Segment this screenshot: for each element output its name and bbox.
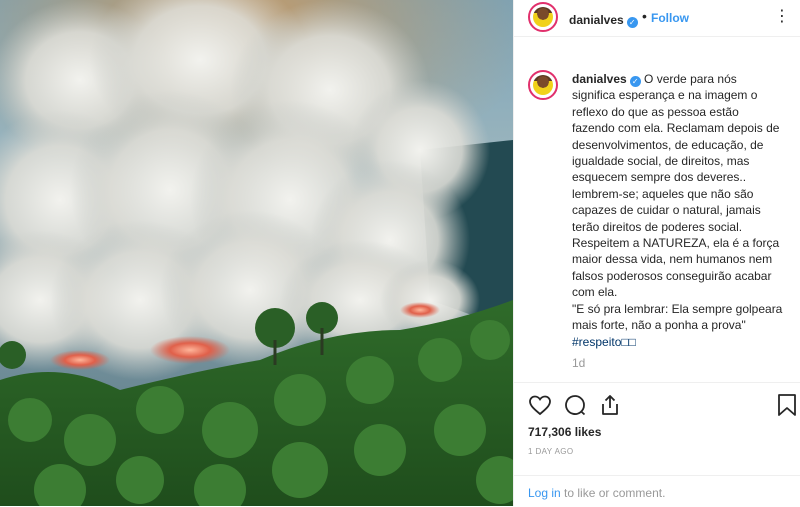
caption-text: fazendo com ela. Reclamam depois de: [572, 121, 780, 136]
caption-text: mais forte, não a ponha a prova": [572, 318, 746, 333]
instagram-post: danialves ✓ • Follow ⋮ danialves ✓ O verde…: [0, 0, 800, 506]
caption-text: com ela.: [572, 285, 618, 300]
username-link[interactable]: danialves: [569, 13, 624, 27]
follow-button[interactable]: Follow: [651, 11, 689, 25]
caption-text: O verde para nós: [644, 72, 737, 86]
heart-icon[interactable]: [528, 393, 552, 422]
post-actions: 717,306 likes 1 DAY AGO Log in to like o…: [514, 382, 800, 507]
login-bar: Log in to like or comment.: [514, 475, 800, 500]
caption-text: maior dessa vida, nem humanos nem: [572, 252, 773, 267]
avatar[interactable]: [528, 2, 558, 32]
profile-photo: [533, 75, 553, 95]
caption-text: Respeitem a NATUREZA, ela é a força: [572, 236, 780, 251]
forest-fire-image: [0, 0, 513, 506]
likes-count[interactable]: 717,306 likes: [528, 425, 601, 439]
caption-text: capazes de cuidar o natural, jamais: [572, 203, 761, 218]
post-date: 1 DAY AGO: [528, 447, 574, 456]
caption-text: significa esperança e na imagem o: [572, 88, 758, 103]
caption-text: lembrem-se; aqueles que não são: [572, 186, 754, 201]
caption-text: esquecem sempre dos deveres..: [572, 170, 747, 185]
time-ago: 1d: [572, 356, 586, 370]
caption-username[interactable]: danialves: [572, 72, 627, 86]
separator-dot: •: [642, 8, 647, 24]
bookmark-icon[interactable]: [777, 393, 797, 422]
comment-icon[interactable]: [563, 393, 587, 422]
share-icon[interactable]: [598, 393, 622, 422]
caption-text: igualdade social, de direitos, mas: [572, 154, 750, 169]
verified-badge-icon: ✓: [626, 17, 638, 28]
more-options-icon[interactable]: ⋮: [774, 6, 791, 26]
hashtag-link[interactable]: #respeito□□: [572, 334, 794, 350]
caption-text: falsos poderosos conseguirão acabar: [572, 268, 772, 283]
caption-text: terão direitos de poderes social.: [572, 219, 743, 234]
login-prompt: Log in to like or comment.: [528, 486, 665, 500]
post-caption: danialves ✓ O verde para nós significa es…: [572, 71, 794, 350]
post-photo[interactable]: [0, 0, 513, 506]
post-header: danialves ✓ • Follow ⋮: [514, 0, 800, 37]
caption-avatar[interactable]: [528, 70, 558, 100]
header-username[interactable]: danialves ✓: [569, 11, 638, 29]
login-link[interactable]: Log in: [528, 486, 561, 500]
post-side-panel: danialves ✓ • Follow ⋮ danialves ✓ O verde…: [513, 0, 800, 506]
caption-first-line: danialves ✓ O verde para nós: [572, 71, 794, 87]
login-prompt-rest: to like or comment.: [560, 486, 666, 500]
profile-photo: [533, 7, 553, 27]
caption-text: desenvolvimentos, de educação, de: [572, 137, 764, 152]
caption-text: reflexo do que as pessoa estão: [572, 104, 739, 119]
verified-badge-icon: ✓: [629, 76, 641, 87]
caption-text: "E só pra lembrar: Ela sempre golpeara: [572, 301, 783, 316]
